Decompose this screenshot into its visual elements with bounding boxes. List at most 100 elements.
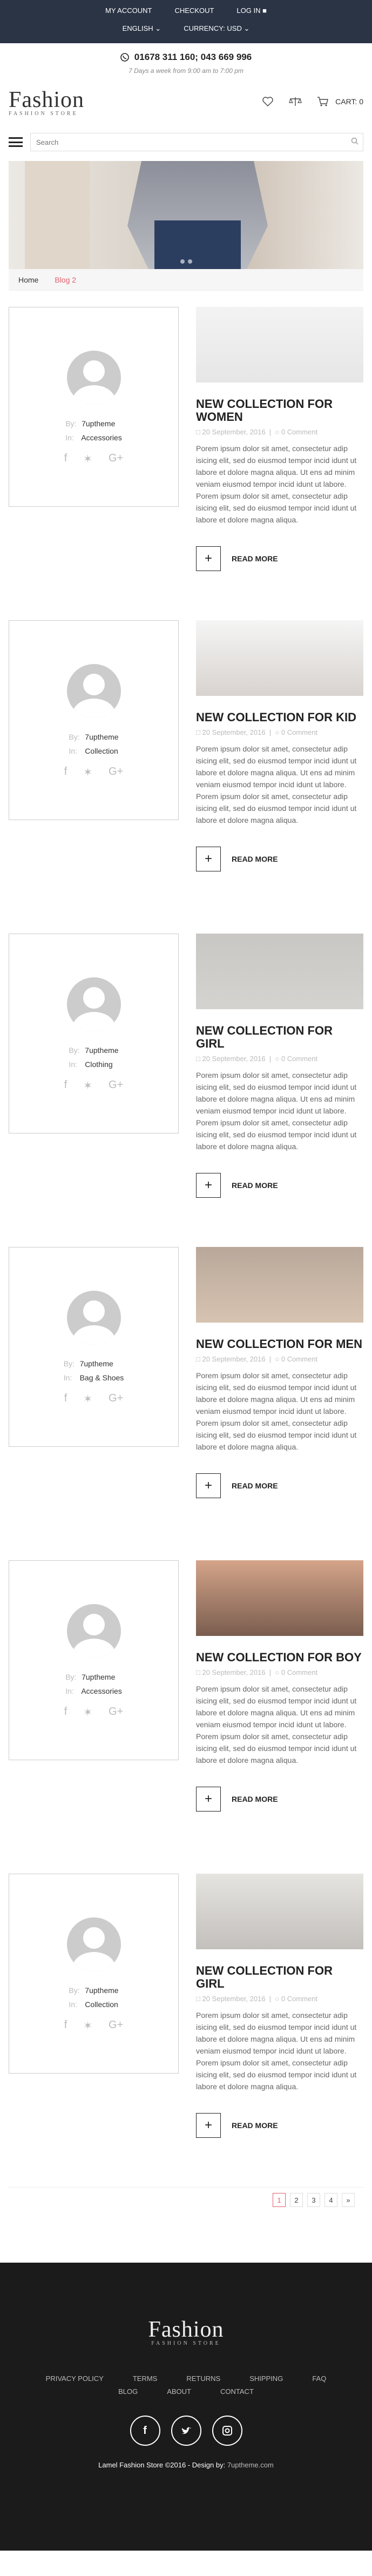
category-name[interactable]: Bag & Shoes [80,1373,124,1382]
menu-icon[interactable] [9,137,23,147]
search-icon[interactable] [351,137,359,147]
footer-link-shipping[interactable]: SHIPPING [249,2372,283,2385]
google-plus-icon[interactable]: G+ [109,766,123,779]
comment-count[interactable]: 0 Comment [281,1055,317,1063]
currency-select[interactable]: CURRENCY: USD ⌄ [184,24,249,33]
designer-link[interactable]: 7uptheme.com [227,2461,274,2469]
google-plus-icon[interactable]: G+ [109,2019,123,2032]
copyright-text: Lamel Fashion Store ©2016 - Design by: [98,2461,226,2469]
footer-link-privacy[interactable]: PRIVACY POLICY [46,2372,104,2385]
facebook-icon[interactable]: f [130,2416,160,2446]
post-title[interactable]: NEW COLLECTION FOR BOY [196,1651,363,1664]
category-name[interactable]: Collection [85,2000,118,2009]
post-title[interactable]: NEW COLLECTION FOR WOMEN [196,398,363,424]
read-more-button[interactable]: + READ MORE [196,1173,363,1198]
read-more-button[interactable]: + READ MORE [196,2113,363,2138]
checkout-link[interactable]: CHECKOUT [174,6,214,15]
post-image[interactable] [196,620,363,696]
facebook-icon[interactable]: f [64,2019,67,2032]
twitter-icon[interactable]: ✶ [83,452,92,466]
comment-count[interactable]: 0 Comment [281,1668,317,1676]
google-plus-icon[interactable]: G+ [109,1706,123,1719]
google-plus-icon[interactable]: G+ [109,1079,123,1092]
category-name[interactable]: Clothing [85,1060,112,1069]
facebook-icon[interactable]: f [64,1079,67,1092]
search-field[interactable] [30,133,363,151]
twitter-icon[interactable] [171,2416,201,2446]
twitter-icon[interactable]: ✶ [83,766,92,779]
post-title[interactable]: NEW COLLECTION FOR KID [196,711,363,724]
footer-link-contact[interactable]: CONTACT [220,2385,254,2398]
comment-count[interactable]: 0 Comment [281,1995,317,2003]
comment-icon: ○ [275,1668,280,1676]
page-2[interactable]: 2 [290,2193,303,2207]
facebook-icon[interactable]: f [64,452,67,466]
read-more-button[interactable]: + READ MORE [196,847,363,871]
post-image[interactable] [196,1874,363,1949]
author-name[interactable]: 7uptheme [85,733,118,741]
post-image[interactable] [196,1247,363,1323]
post-image[interactable] [196,934,363,1009]
author-label: By: [69,733,80,741]
comment-count[interactable]: 0 Comment [281,728,317,736]
share-icons: f ✶ G+ [64,1392,124,1406]
category-name[interactable]: Accessories [81,1687,121,1695]
comment-count[interactable]: 0 Comment [281,1355,317,1363]
author-name[interactable]: 7uptheme [82,1673,115,1681]
read-more-button[interactable]: + READ MORE [196,1473,363,1498]
site-logo[interactable]: Fashion FASHION STORE [9,87,84,117]
language-select[interactable]: ENGLISH ⌄ [123,24,161,33]
post-content: NEW COLLECTION FOR KID □ 20 September, 20… [196,620,363,934]
google-plus-icon[interactable]: G+ [109,452,123,466]
author-name[interactable]: 7uptheme [85,1986,118,1995]
category-label: In: [65,433,74,442]
twitter-icon[interactable]: ✶ [83,2019,92,2032]
read-more-button[interactable]: + READ MORE [196,1787,363,1812]
heart-icon[interactable] [262,96,274,107]
author-name[interactable]: 7uptheme [82,419,115,428]
search-input[interactable] [35,137,327,147]
post-date: 20 September, 2016 [202,1995,266,2003]
my-account-link[interactable]: MY ACCOUNT [105,6,152,15]
category-name[interactable]: Collection [85,747,118,755]
footer-link-faq[interactable]: FAQ [312,2372,326,2385]
post-title[interactable]: NEW COLLECTION FOR GIRL [196,1964,363,1990]
page-1[interactable]: 1 [273,2193,286,2207]
read-more-button[interactable]: + READ MORE [196,546,363,571]
twitter-icon[interactable]: ✶ [83,1392,92,1406]
cart-button[interactable]: CART: 0 [317,96,363,107]
footer-link-terms[interactable]: TERMS [133,2372,158,2385]
avatar [66,351,121,405]
facebook-icon[interactable]: f [64,1706,67,1719]
twitter-icon[interactable]: ✶ [83,1706,92,1719]
page-next[interactable]: » [342,2193,355,2207]
blog-post: By: 7uptheme In: Collection f ✶ G+ NEW COLLEC… [9,620,363,934]
facebook-icon[interactable]: f [64,766,67,779]
breadcrumb-home[interactable]: Home [18,276,38,284]
page-3[interactable]: 3 [307,2193,320,2207]
post-image[interactable] [196,1560,363,1636]
category-name[interactable]: Accessories [81,433,121,442]
comment-count[interactable]: 0 Comment [281,428,317,436]
post-title[interactable]: NEW COLLECTION FOR GIRL [196,1024,363,1050]
post-image[interactable] [196,307,363,383]
twitter-icon[interactable]: ✶ [83,1079,92,1092]
footer-link-returns[interactable]: RETURNS [186,2372,220,2385]
post-title[interactable]: NEW COLLECTION FOR MEN [196,1338,363,1351]
post-content: NEW COLLECTION FOR GIRL □ 20 September, 2… [196,934,363,1247]
author-name[interactable]: 7uptheme [85,1046,118,1055]
facebook-icon[interactable]: f [64,1392,67,1406]
slider-dots[interactable] [180,259,192,264]
hero-banner [9,161,363,269]
login-link[interactable]: LOG IN ■ [236,6,267,15]
instagram-icon[interactable] [212,2416,242,2446]
footer-logo[interactable]: Fashion FASHION STORE [0,2317,372,2346]
google-plus-icon[interactable]: G+ [109,1392,123,1406]
page-4[interactable]: 4 [324,2193,337,2207]
jeans-graphic [154,220,241,269]
footer-link-blog[interactable]: BLOG [118,2385,138,2398]
compare-icon[interactable] [289,96,302,107]
top-bar: MY ACCOUNT CHECKOUT LOG IN ■ ENGLISH ⌄ C… [0,0,372,43]
author-name[interactable]: 7uptheme [80,1359,113,1368]
footer-link-about[interactable]: ABOUT [167,2385,191,2398]
